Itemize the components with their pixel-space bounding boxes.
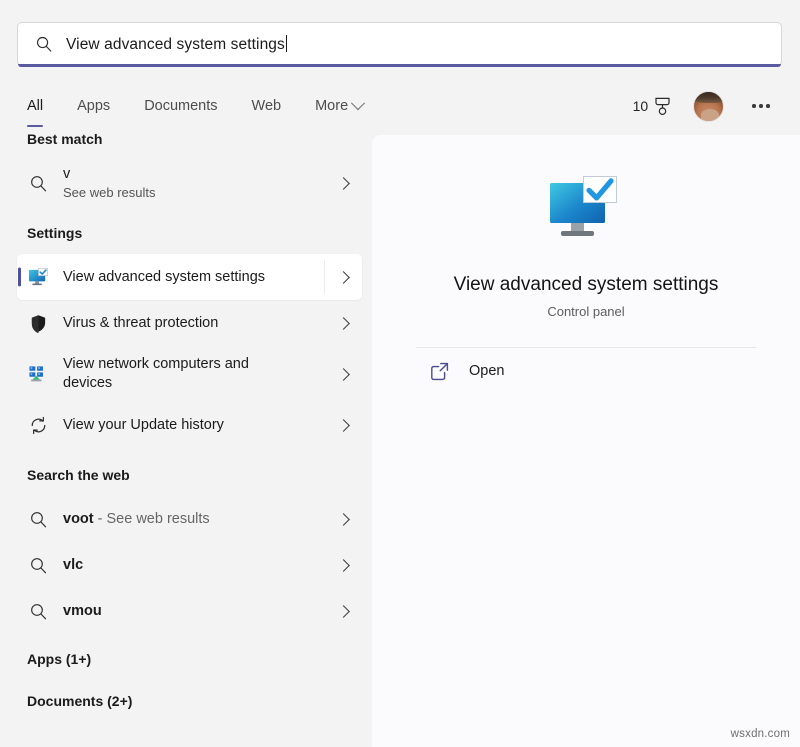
text-caret xyxy=(286,35,287,52)
watermark: wsxdn.com xyxy=(731,728,790,740)
rewards-badge[interactable]: 10 xyxy=(633,97,672,116)
tab-bar-actions: 10 xyxy=(633,91,776,122)
chevron-right-icon[interactable] xyxy=(324,496,362,542)
apps-section-heading[interactable]: Apps (1+) xyxy=(0,650,372,668)
monitor-check-icon xyxy=(27,266,49,288)
monitor-check-icon-large xyxy=(548,175,624,247)
selection-accent-bar xyxy=(18,268,21,287)
settings-item-view-advanced-system-settings[interactable]: View advanced system settings xyxy=(17,254,362,300)
chevron-right-icon[interactable] xyxy=(324,300,362,346)
web-suggestion-query: voot xyxy=(63,511,94,527)
refresh-icon xyxy=(27,414,49,436)
search-focus-underline xyxy=(18,64,781,67)
web-suggestion-vlc[interactable]: vlc xyxy=(17,542,362,588)
settings-item-view-your-update-history[interactable]: View your Update history xyxy=(17,402,362,448)
search-box[interactable]: View advanced system settings xyxy=(17,22,782,66)
tab-all[interactable]: All xyxy=(27,96,60,116)
web-suggestion-text: voot - See web results xyxy=(63,510,324,529)
tab-web[interactable]: Web xyxy=(235,96,299,116)
preview-header: View advanced system settings Control pa… xyxy=(372,135,800,319)
tab-apps[interactable]: Apps xyxy=(60,96,127,116)
best-match-text: v See web results xyxy=(63,165,324,202)
shield-icon xyxy=(27,312,49,334)
network-icon xyxy=(27,363,49,385)
chevron-right-icon[interactable] xyxy=(324,254,362,300)
open-external-icon xyxy=(430,361,450,381)
web-suggestion-vmou[interactable]: vmou xyxy=(17,588,362,634)
preview-title: View advanced system settings xyxy=(454,273,719,297)
preview-pane: View advanced system settings Control pa… xyxy=(372,135,800,747)
settings-item-text: View network computers and devices xyxy=(63,355,324,393)
best-match-heading: Best match xyxy=(0,130,372,148)
tab-apps-label: Apps xyxy=(77,96,110,116)
web-suggestion-voot[interactable]: voot - See web results xyxy=(17,496,362,542)
search-icon xyxy=(35,35,53,53)
settings-heading: Settings xyxy=(0,224,372,242)
tab-list: All Apps Documents Web More xyxy=(27,96,380,116)
settings-item-label: View advanced system settings xyxy=(63,268,318,287)
tab-more[interactable]: More xyxy=(298,96,380,116)
web-suggestion-suffix: - See web results xyxy=(94,511,210,527)
open-action-label: Open xyxy=(469,363,504,379)
tab-documents-label: Documents xyxy=(144,96,217,116)
chevron-right-icon[interactable] xyxy=(324,588,362,634)
chevron-right-icon[interactable] xyxy=(324,402,362,448)
search-text: View advanced system settings xyxy=(66,36,285,53)
chevron-down-icon xyxy=(351,96,365,110)
settings-item-text: View advanced system settings xyxy=(63,268,324,287)
chevron-right-icon[interactable] xyxy=(324,160,362,206)
tab-web-label: Web xyxy=(252,96,282,116)
results-area: Best match v See web results Settings xyxy=(0,130,800,747)
chevron-right-icon[interactable] xyxy=(324,542,362,588)
documents-section-heading[interactable]: Documents (2+) xyxy=(0,692,372,710)
best-match-title: v xyxy=(63,165,318,184)
medal-icon xyxy=(654,97,671,116)
best-match-subtitle: See web results xyxy=(63,184,318,202)
web-suggestion-query: vmou xyxy=(63,603,102,619)
search-input-value[interactable]: View advanced system settings xyxy=(66,35,287,54)
ellipsis-icon[interactable] xyxy=(746,98,776,114)
open-action[interactable]: Open xyxy=(416,348,756,394)
settings-item-text: Virus & threat protection xyxy=(63,314,324,333)
settings-item-virus-threat-protection[interactable]: Virus & threat protection xyxy=(17,300,362,346)
settings-item-view-network-computers-and-devices[interactable]: View network computers and devices xyxy=(17,346,362,402)
preview-subtitle: Control panel xyxy=(547,304,624,319)
search-icon xyxy=(27,508,49,530)
tab-more-label: More xyxy=(315,96,348,116)
search-icon xyxy=(27,172,49,194)
rewards-count: 10 xyxy=(633,98,649,114)
filter-tab-bar: All Apps Documents Web More 10 xyxy=(0,82,800,130)
settings-item-text: View your Update history xyxy=(63,416,324,435)
tab-documents[interactable]: Documents xyxy=(127,96,234,116)
results-list-pane: Best match v See web results Settings xyxy=(0,130,372,747)
web-suggestion-text: vmou xyxy=(63,602,324,621)
chevron-right-icon[interactable] xyxy=(324,346,362,402)
search-icon xyxy=(27,600,49,622)
avatar[interactable] xyxy=(693,91,724,122)
best-match-result[interactable]: v See web results xyxy=(17,160,362,206)
settings-item-label: View network computers and devices xyxy=(63,355,273,393)
web-suggestion-query: vlc xyxy=(63,557,83,573)
web-suggestion-text: vlc xyxy=(63,556,324,575)
settings-item-label: Virus & threat protection xyxy=(63,314,318,333)
settings-item-label: View your Update history xyxy=(63,416,318,435)
search-icon xyxy=(27,554,49,576)
tab-all-label: All xyxy=(27,96,43,116)
search-the-web-heading: Search the web xyxy=(0,466,372,484)
